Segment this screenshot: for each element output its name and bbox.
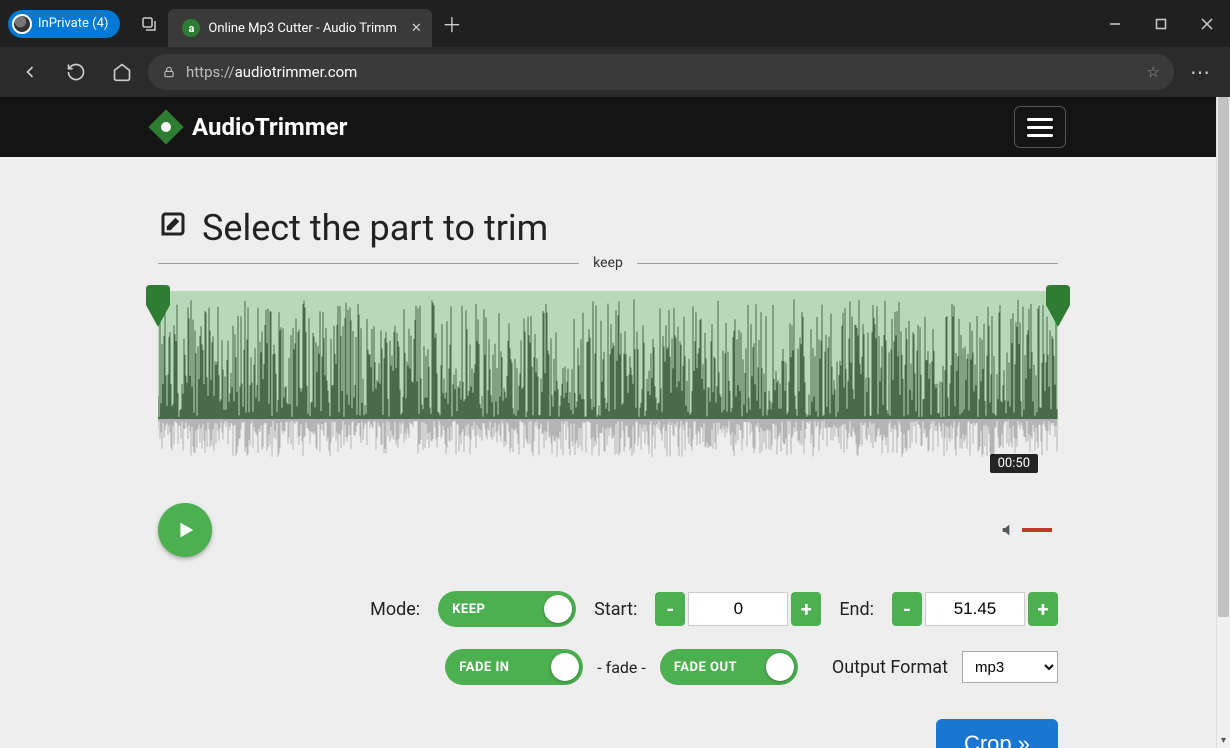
output-format-label: Output Format [832, 657, 948, 678]
start-input[interactable] [688, 592, 788, 626]
inprivate-badge[interactable]: InPrivate (4) [8, 10, 120, 38]
keep-divider: keep [158, 255, 1058, 271]
end-stepper: - + [892, 592, 1058, 626]
mode-label: Mode: [370, 599, 420, 620]
play-button[interactable] [158, 503, 212, 557]
site-navbar: AudioTrimmer [0, 97, 1216, 157]
volume-slider[interactable] [1022, 528, 1052, 532]
address-bar[interactable]: https://audiotrimmer.com ☆ [148, 54, 1174, 90]
start-increment-button[interactable]: + [791, 592, 821, 626]
play-icon [174, 519, 196, 541]
edit-icon [158, 209, 188, 247]
lock-icon [162, 65, 176, 79]
window-close-icon[interactable] [1184, 0, 1230, 47]
playback-row [158, 503, 1058, 557]
page-body: AudioTrimmer Select the part to trim kee… [0, 97, 1216, 748]
back-icon[interactable] [10, 52, 50, 92]
trim-controls: Mode: KEEP Start: - + End: - + [158, 591, 1058, 627]
brand-text: AudioTrimmer [192, 113, 347, 141]
scrollbar[interactable]: ▴ ▾ [1216, 97, 1230, 748]
output-format-select[interactable]: mp3 [962, 651, 1058, 683]
browser-chrome: InPrivate (4) a Online Mp3 Cutter - Audi… [0, 0, 1230, 97]
end-input[interactable] [925, 592, 1025, 626]
tab-actions-icon[interactable] [130, 15, 168, 33]
menu-icon[interactable] [1014, 106, 1066, 148]
new-tab-button[interactable]: ＋ [432, 9, 472, 38]
time-badge: 00:50 [990, 454, 1038, 473]
avatar-icon [12, 14, 32, 34]
mode-toggle-label: KEEP [452, 602, 485, 617]
trim-handle-left[interactable] [144, 285, 172, 327]
toggle-knob [766, 653, 794, 681]
page-title-text: Select the part to trim [202, 207, 548, 249]
tab-strip: InPrivate (4) a Online Mp3 Cutter - Audi… [0, 0, 1230, 47]
start-decrement-button[interactable]: - [655, 592, 685, 626]
trim-handle-right[interactable] [1044, 285, 1072, 327]
crop-button[interactable]: Crop » [936, 719, 1058, 748]
fade-dash: - fade - [597, 658, 646, 677]
start-stepper: - + [655, 592, 821, 626]
more-icon[interactable]: ⋯ [1180, 52, 1220, 92]
waveform-container: 00:50 [158, 291, 1058, 461]
inprivate-label: InPrivate (4) [38, 16, 108, 31]
tab-title: Online Mp3 Cutter - Audio Trimm [208, 21, 397, 36]
fade-out-toggle[interactable]: FADE OUT [660, 649, 798, 685]
scroll-down-icon[interactable]: ▾ [1217, 732, 1230, 748]
speaker-icon [1000, 522, 1016, 538]
refresh-icon[interactable] [56, 52, 96, 92]
minimize-icon[interactable] [1092, 0, 1138, 47]
page-title: Select the part to trim [158, 207, 1058, 249]
url-text: https://audiotrimmer.com [186, 63, 357, 81]
end-decrement-button[interactable]: - [892, 592, 922, 626]
close-icon[interactable]: ✕ [411, 21, 422, 36]
maximize-icon[interactable] [1138, 0, 1184, 47]
favicon-icon: a [182, 19, 200, 37]
divider-label: keep [593, 255, 623, 271]
brand-logo-icon [150, 111, 182, 143]
main-content: Select the part to trim keep 00:50 [158, 207, 1058, 748]
toggle-knob [544, 595, 572, 623]
fade-out-label: FADE OUT [674, 660, 737, 675]
toggle-knob [551, 653, 579, 681]
mode-toggle[interactable]: KEEP [438, 591, 576, 627]
scrollbar-thumb[interactable] [1218, 97, 1229, 617]
volume-control[interactable] [1000, 522, 1052, 538]
fade-in-label: FADE IN [459, 660, 509, 675]
favorite-icon[interactable]: ☆ [1147, 63, 1160, 81]
end-label: End: [839, 599, 874, 620]
brand[interactable]: AudioTrimmer [150, 111, 347, 143]
fade-in-toggle[interactable]: FADE IN [445, 649, 583, 685]
fade-output-row: FADE IN - fade - FADE OUT Output Format … [158, 649, 1058, 685]
waveform[interactable] [158, 291, 1058, 419]
start-label: Start: [594, 599, 637, 620]
browser-tab[interactable]: a Online Mp3 Cutter - Audio Trimm ✕ [168, 9, 431, 47]
home-icon[interactable] [102, 52, 142, 92]
browser-toolbar: https://audiotrimmer.com ☆ ⋯ [0, 47, 1230, 97]
window-controls [1092, 0, 1230, 47]
end-increment-button[interactable]: + [1028, 592, 1058, 626]
